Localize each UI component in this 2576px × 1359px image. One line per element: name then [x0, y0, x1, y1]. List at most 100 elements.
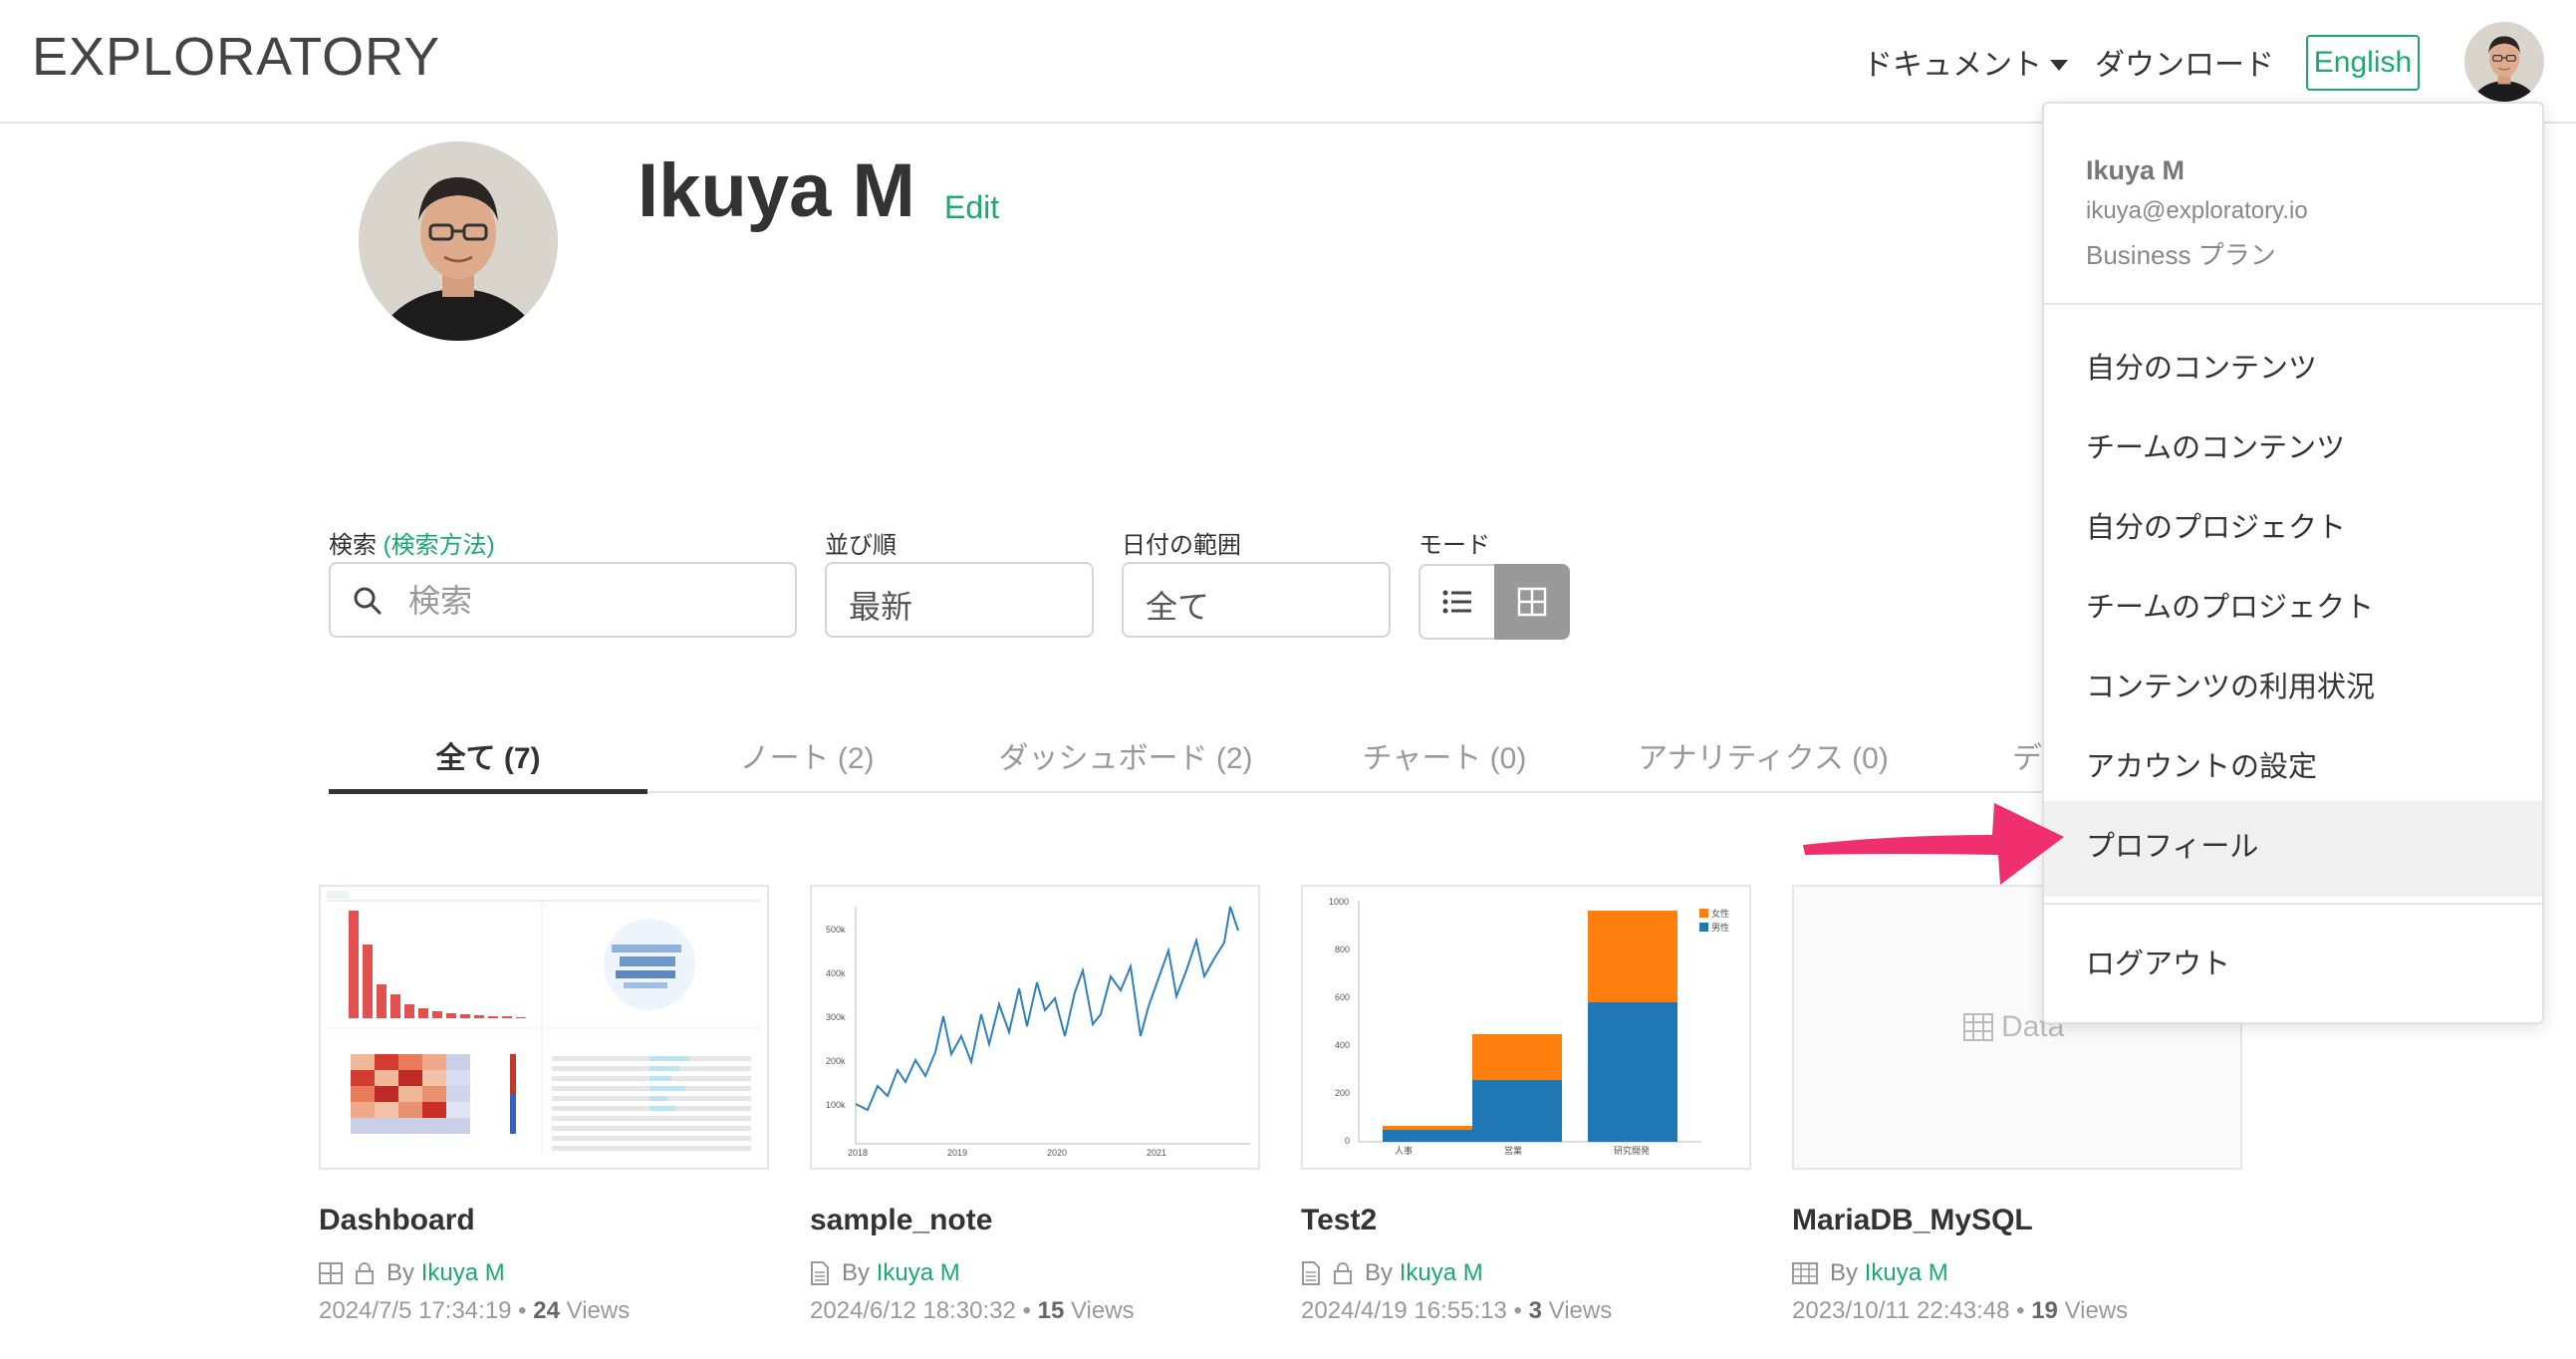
y-tick-label: 200k — [826, 1056, 846, 1066]
list-mode-button[interactable] — [1418, 564, 1494, 640]
y-tick-label: 1000 — [1329, 897, 1349, 907]
menu-item-profile[interactable]: プロフィール — [2086, 823, 2258, 865]
card-views-label: Views — [1070, 1297, 1135, 1324]
search-icon — [354, 587, 382, 615]
card-date: 2024/6/12 18:30:32 — [810, 1297, 1016, 1324]
card-author-link[interactable]: Ikuya M — [877, 1259, 960, 1286]
sort-select[interactable]: 最新 — [825, 562, 1094, 638]
note-type-icon — [1302, 1261, 1320, 1285]
card-date-views: 2024/7/5 17:34:19 • 24 Views — [319, 1297, 631, 1324]
tab-all[interactable]: 全て (7) — [329, 733, 647, 777]
search-input[interactable] — [406, 564, 789, 638]
search-field[interactable] — [329, 562, 797, 638]
card-author-link[interactable]: Ikuya M — [1865, 1259, 1948, 1286]
x-tick-label: 研究開発 — [1614, 1145, 1650, 1156]
card-date-views: 2024/6/12 18:30:32 • 15 Views — [810, 1297, 1135, 1324]
profile-name: Ikuya M — [638, 148, 915, 233]
menu-item-team-projects[interactable]: チームのプロジェクト — [2086, 584, 2374, 626]
dashboard-thumbnail-image — [327, 891, 761, 1156]
x-tick-label: 2020 — [1047, 1148, 1067, 1158]
menu-item-account-settings[interactable]: アカウントの設定 — [2086, 743, 2317, 785]
annotation-arrow-icon — [1803, 803, 2064, 885]
search-help-link[interactable]: (検索方法) — [384, 532, 495, 559]
nav-documents-label: ドキュメント — [1863, 49, 2042, 82]
menu-item-my-contents[interactable]: 自分のコンテンツ — [2086, 345, 2317, 387]
card-views-label: Views — [566, 1297, 631, 1324]
x-tick-label: 人事 — [1395, 1145, 1413, 1156]
card-date: 2023/10/11 22:43:48 — [1792, 1297, 2010, 1324]
y-tick-label: 400k — [826, 968, 846, 978]
search-label: 検索 (検索方法) — [329, 525, 495, 560]
nav-documents-menu[interactable]: ドキュメント — [1863, 40, 2068, 84]
card-title[interactable]: Dashboard — [319, 1204, 475, 1237]
y-tick-label: 200 — [1335, 1088, 1350, 1098]
exploratory-logo[interactable]: EXPLORATORY — [32, 26, 440, 88]
header-avatar[interactable] — [2464, 22, 2544, 102]
line-chart-thumbnail: 500k 400k 300k 200k 100k 2018 2019 2020 … — [826, 906, 1250, 1158]
grid-mode-button[interactable] — [1494, 564, 1570, 640]
y-tick-label: 500k — [826, 925, 846, 935]
card-meta: By Ikuya M — [1301, 1259, 1483, 1287]
tab-dashboards[interactable]: ダッシュボード (2) — [966, 733, 1285, 777]
card-views-count: 15 — [1037, 1297, 1065, 1324]
card-by-label: By — [386, 1259, 415, 1286]
card-title[interactable]: sample_note — [810, 1204, 992, 1237]
y-tick-label: 100k — [826, 1100, 846, 1110]
profile-avatar — [359, 141, 558, 341]
table-type-icon — [1792, 1262, 1818, 1284]
user-dropdown-menu: Ikuya M ikuya@exploratory.io Business プラ… — [2042, 102, 2544, 1024]
y-tick-label: 800 — [1335, 945, 1350, 954]
card-date: 2024/7/5 17:34:19 — [319, 1297, 512, 1324]
card-meta: By Ikuya M — [319, 1259, 505, 1287]
card-views-label: Views — [1548, 1297, 1613, 1324]
x-tick-label: 2021 — [1147, 1148, 1166, 1158]
card-views-count: 19 — [2031, 1297, 2058, 1324]
legend-label: 男性 — [1711, 922, 1729, 933]
card-by-label: By — [1830, 1259, 1859, 1286]
menu-item-my-projects[interactable]: 自分のプロジェクト — [2086, 504, 2346, 546]
menu-divider — [2044, 303, 2542, 305]
date-range-value: 全て — [1146, 589, 1210, 625]
card-by-label: By — [1365, 1259, 1394, 1286]
active-tab-underline — [329, 789, 647, 794]
x-tick-label: 2018 — [848, 1148, 868, 1158]
language-button[interactable]: English — [2306, 35, 2420, 91]
menu-user-email: ikuya@exploratory.io — [2086, 197, 2308, 224]
menu-item-content-usage[interactable]: コンテンツの利用状況 — [2086, 664, 2375, 705]
note-type-icon — [811, 1261, 829, 1285]
y-tick-label: 400 — [1335, 1040, 1350, 1050]
date-range-label: 日付の範囲 — [1122, 532, 1241, 559]
search-label-text: 検索 — [329, 532, 377, 559]
lock-icon — [356, 1262, 374, 1284]
grid-icon — [1517, 587, 1547, 617]
menu-item-logout[interactable]: ログアウト — [2086, 941, 2230, 982]
tab-notes[interactable]: ノート (2) — [647, 733, 966, 777]
card-author-link[interactable]: Ikuya M — [421, 1259, 505, 1286]
tab-charts[interactable]: チャート (0) — [1285, 733, 1604, 777]
card-by-label: By — [842, 1259, 871, 1286]
edit-profile-link[interactable]: Edit — [944, 189, 999, 226]
x-tick-label: 営業 — [1504, 1145, 1522, 1156]
menu-user-plan: Business プラン — [2086, 240, 2276, 270]
tab-analytics[interactable]: アナリティクス (0) — [1604, 733, 1923, 777]
legend-label: 女性 — [1711, 908, 1729, 919]
card-title[interactable]: MariaDB_MySQL — [1792, 1204, 2033, 1237]
menu-item-team-contents[interactable]: チームのコンテンツ — [2086, 424, 2345, 466]
menu-divider — [2044, 903, 2542, 905]
card-date-views: 2024/4/19 16:55:13 • 3 Views — [1301, 1297, 1613, 1324]
card-author-link[interactable]: Ikuya M — [1400, 1259, 1483, 1286]
y-tick-label: 300k — [826, 1012, 846, 1022]
table-icon — [1963, 1013, 1993, 1041]
y-tick-label: 600 — [1335, 992, 1350, 1002]
card-thumbnail-dashboard[interactable] — [319, 885, 769, 1170]
card-views-count: 24 — [533, 1297, 560, 1324]
x-tick-label: 2019 — [947, 1148, 967, 1158]
card-thumbnail-sample-note[interactable]: 500k 400k 300k 200k 100k 2018 2019 2020 … — [810, 885, 1260, 1170]
date-range-select[interactable]: 全て — [1122, 562, 1391, 638]
card-thumbnail-test2[interactable]: 1000 800 600 400 200 0 人事 営業 研究開発 女性 男性 — [1301, 885, 1751, 1170]
card-date: 2024/4/19 16:55:13 — [1301, 1297, 1507, 1324]
card-meta: By Ikuya M — [810, 1259, 960, 1287]
card-title[interactable]: Test2 — [1301, 1204, 1377, 1237]
nav-download-link[interactable]: ダウンロード — [2095, 40, 2274, 84]
mode-label: モード — [1418, 532, 1490, 559]
